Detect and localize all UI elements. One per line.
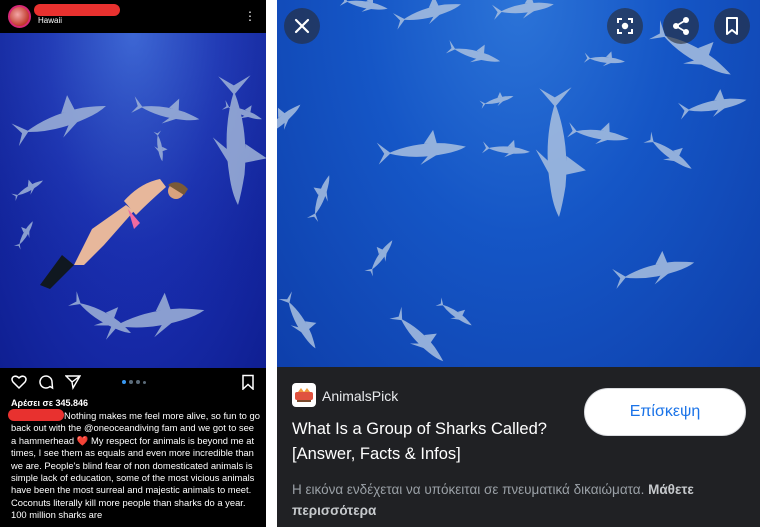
carousel-dots (122, 380, 146, 386)
result-title[interactable]: What Is a Group of Sharks Called? [Answe… (292, 417, 577, 467)
post-caption: Nothing makes me feel more alive, so fun… (11, 410, 261, 522)
share-icon[interactable] (65, 374, 81, 390)
share-icon (673, 17, 689, 35)
visit-button[interactable]: Επίσκεψη (584, 388, 746, 436)
likes-count[interactable]: Αρέσει σε 345.846 (11, 398, 88, 408)
avatar[interactable] (8, 5, 31, 28)
shark-school-photo (277, 0, 749, 367)
post-photo[interactable] (0, 33, 266, 368)
username-redaction (34, 4, 120, 16)
source-name[interactable]: AnimalsPick (322, 388, 398, 404)
copyright-notice: Η εικόνα ενδέχεται να υπόκειται σε πνευμ… (292, 479, 752, 521)
more-options-icon[interactable]: ⋮ (244, 9, 256, 25)
share-button[interactable] (663, 8, 699, 44)
instagram-post: Hawaii ⋮ Αρέσει σε 345.846 Nothing makes… (0, 0, 266, 527)
underwater-shark-photo (0, 33, 266, 368)
red-heart-emoji: ❤️ (76, 434, 89, 446)
lens-icon (617, 18, 633, 34)
post-actions-bar (0, 370, 266, 394)
site-favicon-icon (292, 383, 316, 407)
caption-text-end: My respect for animals is beyond me at t… (11, 434, 255, 521)
viewer-image[interactable] (277, 0, 760, 367)
post-location[interactable]: Hawaii (38, 16, 62, 25)
source-panel: AnimalsPick What Is a Group of Sharks Ca… (277, 367, 760, 527)
animalspick-logo-icon (295, 388, 313, 402)
heart-icon[interactable] (11, 374, 27, 390)
lens-search-button[interactable] (607, 8, 643, 44)
bookmark-icon (726, 17, 738, 35)
copyright-text: Η εικόνα ενδέχεται να υπόκειται σε πνευμ… (292, 482, 645, 497)
save-button[interactable] (714, 8, 750, 44)
comment-icon[interactable] (38, 374, 54, 390)
post-header: Hawaii ⋮ (0, 0, 266, 33)
close-button[interactable] (284, 8, 320, 44)
bookmark-icon[interactable] (240, 374, 256, 390)
image-viewer: AnimalsPick What Is a Group of Sharks Ca… (277, 0, 760, 527)
close-icon (294, 18, 310, 34)
